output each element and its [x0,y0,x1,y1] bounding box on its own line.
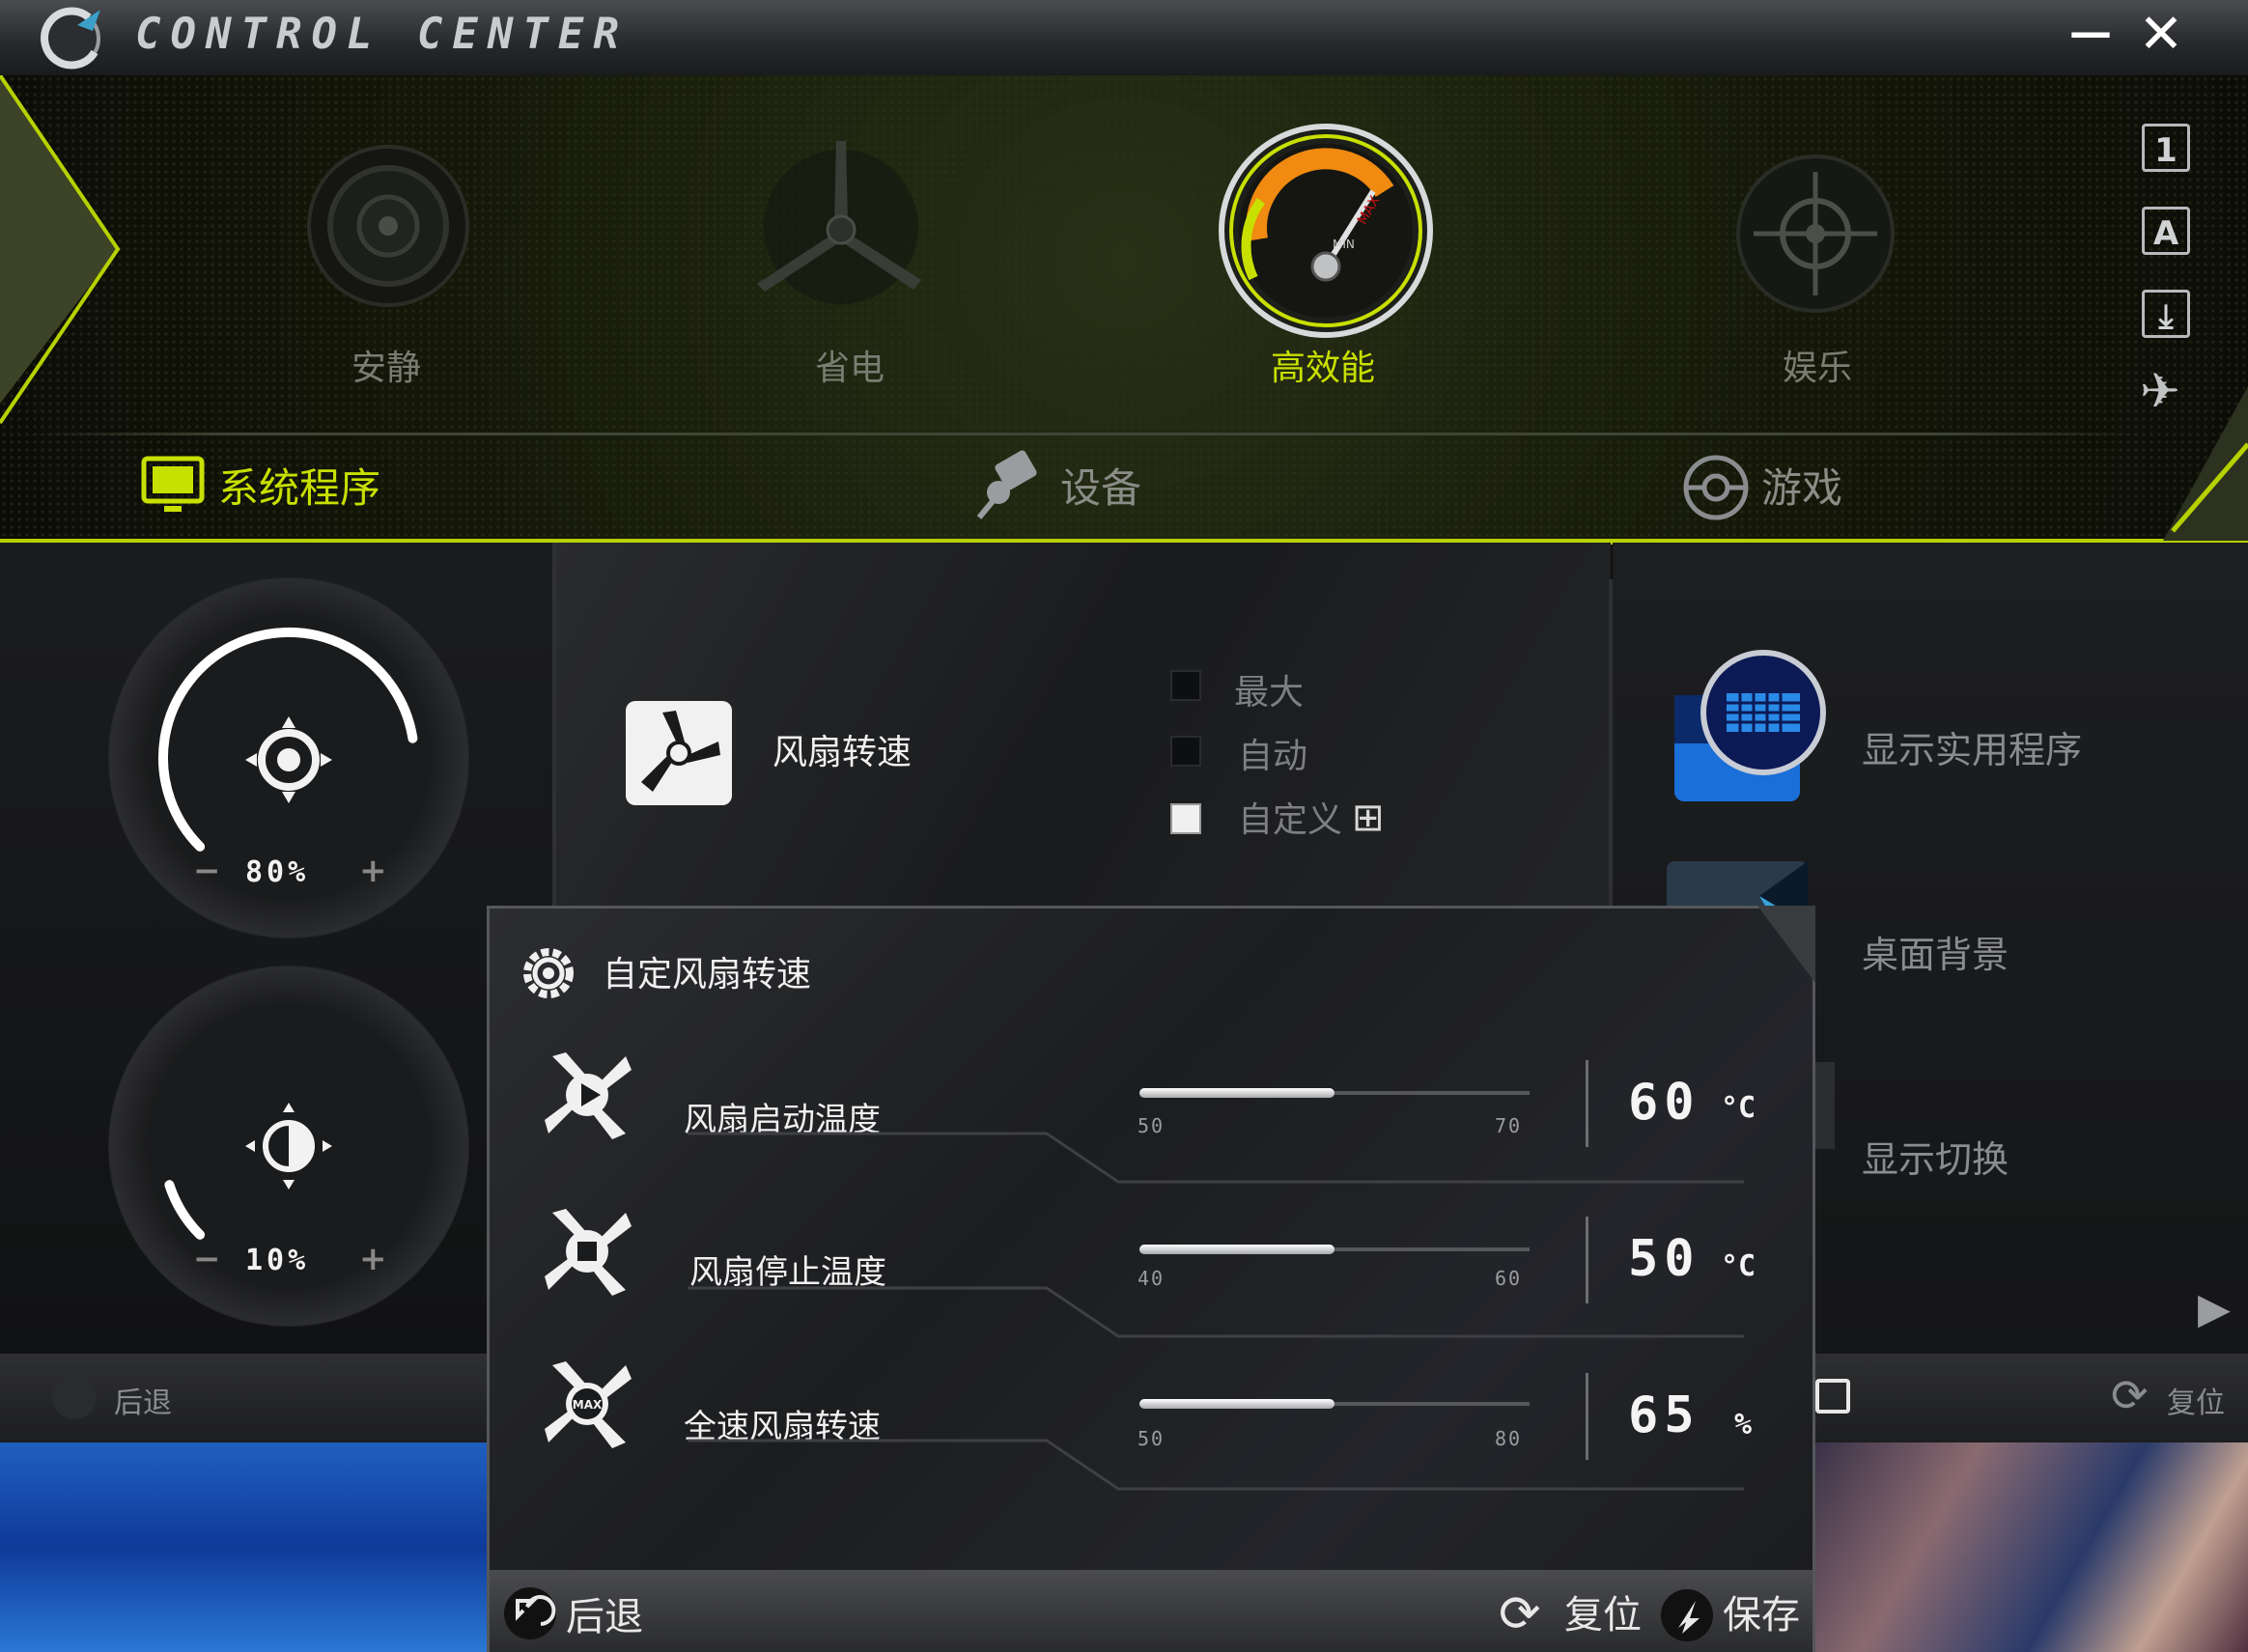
fan-start-icon [541,1049,633,1141]
airplane-mode-button[interactable]: ✈ [2140,363,2180,419]
fan-stop-temp-row-line [688,1286,1744,1338]
num-lock-icon: 1 [2154,131,2178,170]
dialog-back-button[interactable]: 后退 [566,1585,643,1641]
dialog-save-button[interactable]: 保存 [1723,1583,1800,1639]
fan-stop-temp-slider-fill[interactable] [1139,1245,1335,1254]
mode-label-high-performance[interactable]: 高效能 [1217,340,1429,390]
crosshair-icon [1736,154,1895,313]
mode-high-performance[interactable] [1219,124,1433,338]
mode-quiet[interactable] [305,143,471,309]
dialog-reset-button[interactable]: 复位 [1564,1583,1642,1639]
minimize-button[interactable]: — [2068,12,2113,58]
fan-auto-checkbox[interactable] [1170,736,1201,767]
full-speed-value: 65 [1628,1386,1700,1444]
fan-max-label[interactable]: 最大 [1234,664,1304,714]
caps-lock-icon: A [2152,214,2179,253]
dialog-title: 自定风扇转速 [603,955,812,994]
category-system[interactable]: 系统程序 [218,456,380,515]
full-speed-row-line [688,1439,1744,1491]
mode-label-entertainment[interactable]: 娱乐 [1711,340,1924,390]
fan-start-temp-row-line [688,1132,1744,1184]
speedometer-icon [1219,124,1433,338]
desktop-wallpaper-left [0,1442,489,1652]
left-arrow-icon[interactable] [0,75,126,510]
app-logo-icon [39,6,108,70]
desktop-wallpaper-right [1815,1442,2248,1652]
speaker-icon [307,145,469,307]
brightness-icon [243,1101,334,1191]
fan-stop-icon [541,1205,633,1298]
display-utility-icon[interactable] [1667,647,1829,809]
fan-custom-label[interactable]: 自定义 [1238,792,1342,842]
volume-decrease-button[interactable]: − [193,852,221,890]
fan-custom-checkbox[interactable] [1170,803,1201,834]
reset-icon: ⟳ [1499,1585,1541,1643]
mode-divider [29,433,2144,435]
mode-power-saving[interactable] [749,135,933,309]
full-speed-slider-fill[interactable] [1139,1399,1335,1409]
fan-blade-icon [757,141,921,304]
main-back-icon [52,1375,97,1419]
app-title: CONTROL CENTER [135,10,629,59]
airplane-icon: ✈ [2140,363,2180,419]
minimize-icon: — [2069,8,2112,57]
volume-increase-button[interactable]: + [359,852,387,890]
wallpaper-label[interactable]: 桌面背景 [1862,925,2009,978]
fan-stop-temp-value: 50 [1628,1230,1700,1288]
fan-auto-label[interactable]: 自动 [1238,728,1307,778]
main-reset-icon: ⟳ [2111,1369,2149,1421]
mode-entertainment[interactable] [1734,153,1897,315]
volume-icon [243,714,334,805]
add-custom-icon[interactable]: ⊞ [1352,796,1385,840]
brightness-value: 10% [245,1244,310,1277]
save-icon [1661,1589,1713,1641]
battery-icon [1815,1379,1850,1414]
display-utility-label[interactable]: 显示实用程序 [1862,720,2082,773]
monitor-icon [141,456,205,516]
fan-max-icon: MAX [541,1358,633,1450]
gear-icon [518,942,579,1004]
plug-icon [969,446,1047,523]
display-switch-label[interactable]: 显示切换 [1862,1130,2009,1183]
scroll-lock-icon: ⤓ [2158,297,2174,336]
svg-text:MAX: MAX [573,1398,603,1412]
scroll-lock-indicator: ⤓ [2142,290,2190,338]
volume-value: 80% [245,855,310,889]
close-button[interactable]: ✕ [2134,8,2188,62]
brightness-increase-button[interactable]: + [359,1240,387,1278]
main-reset-button[interactable]: 复位 [2167,1379,2225,1421]
mode-label-quiet[interactable]: 安静 [280,340,492,390]
close-icon: ✕ [2138,3,2184,66]
main-back-button[interactable]: 后退 [114,1379,172,1421]
mode-label-power-saving[interactable]: 省电 [744,340,956,390]
category-games[interactable]: 游戏 [1761,456,1842,515]
brightness-decrease-button[interactable]: − [193,1240,221,1278]
fan-stop-temp-unit: °C [1721,1249,1756,1283]
category-devices[interactable]: 设备 [1060,456,1141,515]
fan-speed-label: 风扇转速 [773,733,913,772]
next-page-arrow-icon[interactable]: ▶ [2198,1284,2231,1333]
fan-icon [624,699,734,807]
num-lock-indicator: 1 [2142,124,2190,172]
dialog-corner-accent [1757,906,1815,983]
fan-start-temp-slider-fill[interactable] [1139,1088,1335,1098]
caps-lock-indicator: A [2142,207,2190,255]
fan-max-checkbox[interactable] [1170,670,1201,701]
fan-start-temp-unit: °C [1721,1091,1756,1125]
fan-start-temp-value: 60 [1628,1074,1700,1132]
display-switch-icon [1815,1062,1835,1149]
gauge-min-label: MIN [1333,238,1355,251]
back-icon [504,1587,556,1639]
gamepad-icon [1682,454,1750,521]
